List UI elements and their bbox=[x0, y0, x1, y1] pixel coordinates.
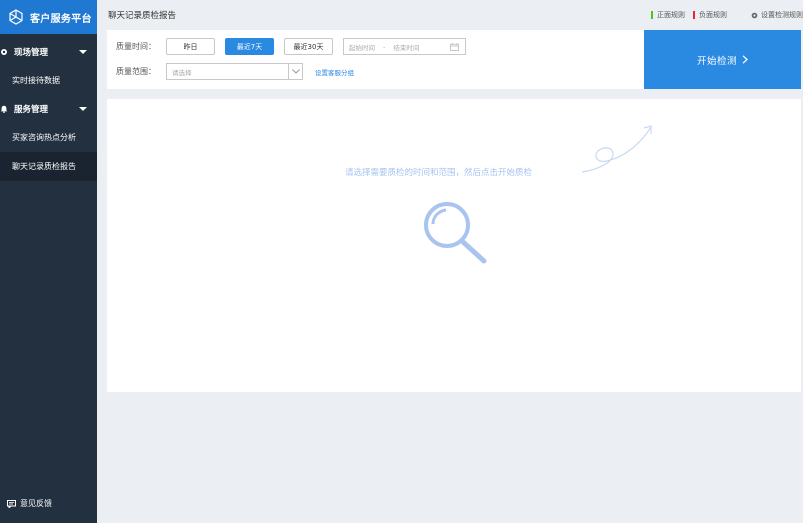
brand-name: 客户服务平台 bbox=[30, 13, 92, 25]
comment-icon bbox=[7, 499, 16, 508]
brand-header[interactable]: 客户服务平台 bbox=[0, 0, 97, 34]
scope-select[interactable]: 请选择 bbox=[166, 63, 303, 80]
empty-state-hint: 请选择需要质检的时间和范围，然后点击开始质检 bbox=[345, 168, 533, 178]
menu-group-label: 现场管理 bbox=[14, 48, 49, 58]
gear-icon bbox=[751, 12, 758, 18]
date-separator: - bbox=[383, 42, 386, 51]
brand-logo-icon bbox=[9, 9, 23, 25]
scope-placeholder: 请选择 bbox=[172, 68, 192, 77]
last-7-days-button[interactable]: 最近7天 bbox=[225, 38, 274, 55]
sidebar: 客户服务平台 现场管理 实时接待数据 服务管理 买家咨询热点分析 聊天记录质检报… bbox=[0, 0, 97, 523]
rule-legend: 正面规则 负面规则 设置检测规则 bbox=[643, 10, 803, 20]
top-bar: 聊天记录质检报告 正面规则 负面规则 设置检测规则 bbox=[97, 0, 803, 30]
search-icon bbox=[424, 202, 487, 264]
positive-rule-label: 正面规则 bbox=[657, 11, 685, 19]
gear-icon bbox=[1, 49, 7, 55]
scope-filter-row: 质量范围： 请选择 设置客服分组 bbox=[116, 63, 354, 80]
negative-rule-label: 负面规则 bbox=[699, 11, 727, 19]
sidebar-item-hotspot-analysis[interactable]: 买家咨询热点分析 bbox=[0, 123, 97, 152]
start-detection-label: 开始检测 bbox=[696, 55, 737, 67]
positive-rule-marker bbox=[651, 11, 653, 19]
menu-group-service-management[interactable]: 服务管理 bbox=[0, 95, 97, 123]
chevron-right-icon bbox=[742, 55, 748, 64]
sidebar-menu: 现场管理 实时接待数据 服务管理 买家咨询热点分析 聊天记录质检报告 bbox=[0, 38, 97, 181]
caret-down-icon bbox=[79, 107, 87, 111]
negative-rule-link[interactable]: 负面规则 bbox=[693, 10, 727, 20]
positive-rule-link[interactable]: 正面规则 bbox=[651, 10, 685, 20]
scope-label: 质量范围： bbox=[116, 67, 156, 76]
caret-down-icon bbox=[79, 50, 87, 54]
sidebar-item-chat-qc-report[interactable]: 聊天记录质检报告 bbox=[0, 152, 97, 181]
sidebar-item-label: 实时接待数据 bbox=[12, 76, 60, 85]
page-title: 聊天记录质检报告 bbox=[108, 11, 177, 21]
detection-rule-settings-link[interactable]: 设置检测规则 bbox=[751, 10, 803, 20]
date-range-picker[interactable]: 起始时间 - 结束时间 bbox=[343, 38, 466, 55]
sidebar-item-realtime-data[interactable]: 实时接待数据 bbox=[0, 66, 97, 95]
menu-group-label: 服务管理 bbox=[14, 105, 49, 115]
end-date-placeholder: 结束时间 bbox=[393, 43, 420, 52]
yesterday-button[interactable]: 昨日 bbox=[166, 38, 215, 55]
feedback-link[interactable]: 意见反馈 bbox=[7, 498, 52, 509]
set-service-group-link[interactable]: 设置客服分组 bbox=[315, 67, 354, 77]
start-detection-button[interactable]: 开始检测 bbox=[644, 30, 801, 89]
results-area: 请选择需要质检的时间和范围，然后点击开始质检 bbox=[107, 99, 801, 392]
time-label: 质量时间： bbox=[116, 42, 156, 51]
start-date-placeholder: 起始时间 bbox=[349, 43, 375, 52]
feedback-label: 意见反馈 bbox=[20, 499, 52, 508]
sidebar-item-label: 聊天记录质检报告 bbox=[12, 162, 76, 171]
chevron-down-icon bbox=[288, 64, 302, 79]
negative-rule-marker bbox=[693, 11, 695, 19]
settings-label: 设置检测规则 bbox=[761, 11, 803, 19]
bell-icon bbox=[0, 105, 8, 113]
last-30-days-button[interactable]: 最近30天 bbox=[284, 38, 333, 55]
time-filter-row: 质量时间： 昨日 最近7天 最近30天 起始时间 - 结束时间 bbox=[116, 38, 466, 55]
menu-group-site-management[interactable]: 现场管理 bbox=[0, 38, 97, 66]
filter-panel: 质量时间： 昨日 最近7天 最近30天 起始时间 - 结束时间 质量范围： 请选… bbox=[107, 30, 644, 89]
sidebar-item-label: 买家咨询热点分析 bbox=[12, 133, 76, 142]
calendar-icon bbox=[450, 43, 459, 51]
